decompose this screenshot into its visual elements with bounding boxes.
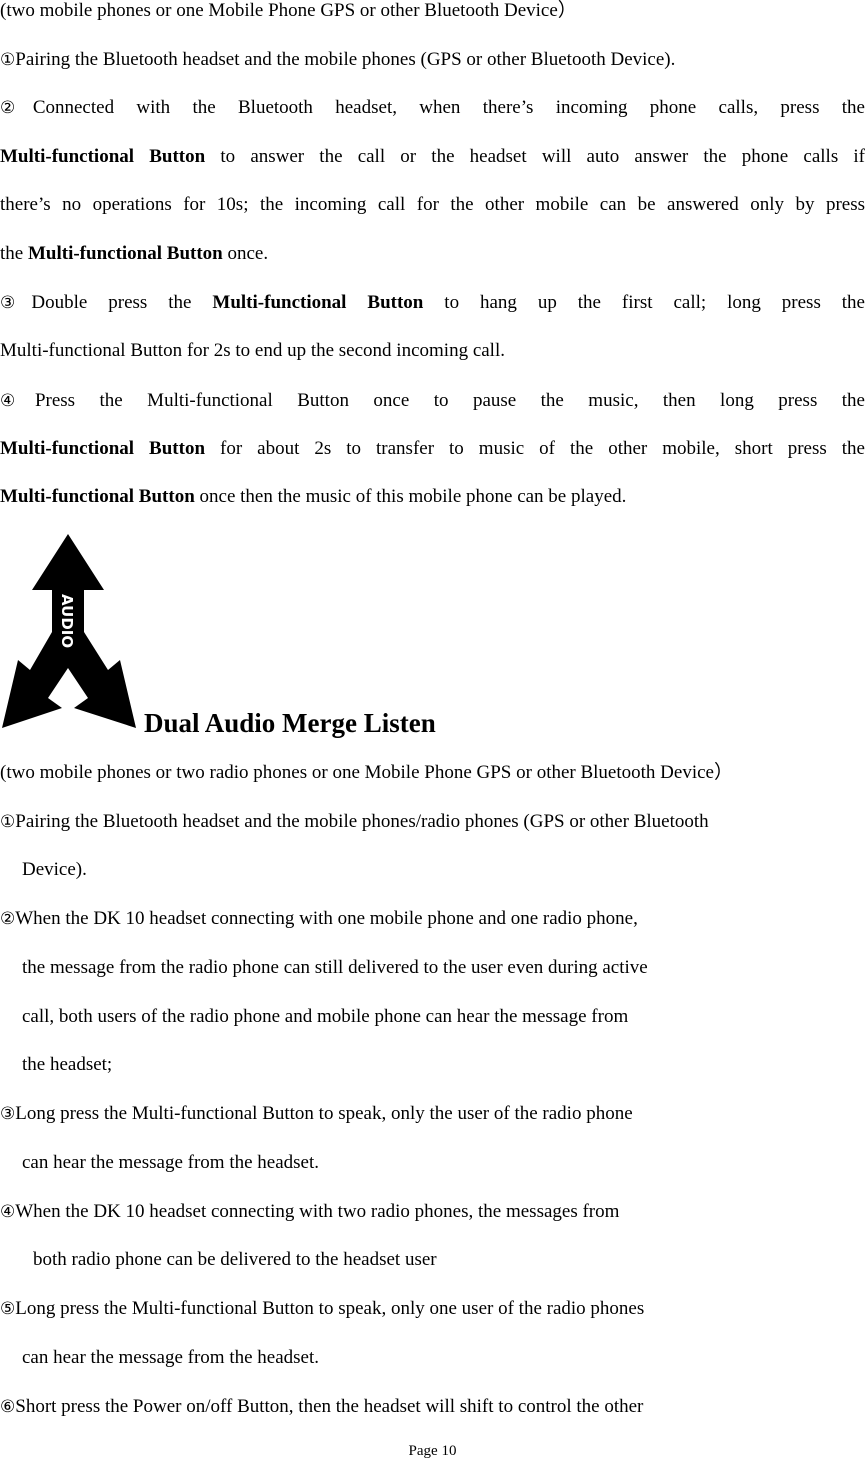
list-item-continuation: the message from the radio phone can sti… [22,957,648,978]
item-text: once. [222,243,269,264]
list-item: ⑥Short press the Power on/off Button, th… [0,1396,643,1418]
item-marker: ⑥ [0,1397,16,1417]
item-text: Long press the Multi-functional Button t… [15,1103,633,1124]
item-marker: ① [0,812,16,832]
section1-intro: (two mobile phones or one Mobile Phone G… [0,0,577,21]
list-item-continuation: both radio phone can be delivered to the… [33,1249,437,1270]
list-item-continuation: the Multi-functional Button once. [0,243,268,265]
list-item-continuation: call, both users of the radio phone and … [22,1006,629,1027]
item-text: When the DK 10 headset connecting with t… [15,1201,620,1222]
list-item: ⑤Long press the Multi-functional Button … [0,1298,644,1320]
section-heading: Dual Audio Merge Listen [144,708,436,738]
audio-merge-arrow-icon: AUDIO [2,534,136,728]
page-number: Page 10 [408,1443,457,1459]
item-text: to hang up the first call; long press th… [423,292,865,313]
item-text: to answer the call or the headset will a… [205,146,865,167]
item-marker: ② [0,98,33,118]
item-text: Press the Multi-functional Button once t… [34,390,865,411]
item-text: Long press the Multi-functional Button t… [15,1298,645,1319]
list-item: ①Pairing the Bluetooth headset and the m… [0,811,709,833]
list-item-continuation: Multi-functional Button to answer the ca… [0,146,865,168]
list-item: ③Long press the Multi-functional Button … [0,1103,633,1125]
list-item-continuation: can hear the message from the headset. [22,1347,320,1368]
item-marker: ③ [0,293,32,313]
item-text: Pairing the Bluetooth headset and the mo… [15,49,676,70]
item-text: once then the music of this mobile phone… [194,486,627,507]
item-marker: ① [0,50,16,70]
item-marker: ④ [0,391,35,411]
list-item: ③Double press the Multi-functional Butto… [0,292,865,314]
list-item-continuation: there’s no operations for 10s; the incom… [0,194,865,215]
list-item-continuation: the headset; [22,1054,113,1075]
bold-term: Multi-functional Button [0,438,206,459]
item-text: Connected with the Bluetooth headset, wh… [32,97,865,118]
list-item-continuation: can hear the message from the headset. [22,1152,320,1173]
item-marker: ② [0,909,16,929]
list-item-continuation: Multi-functional Button for about 2s to … [0,438,865,460]
item-text: When the DK 10 headset connecting with o… [15,908,638,929]
list-item-continuation: Multi-functional Button for 2s to end up… [0,340,505,361]
item-marker: ⑤ [0,1299,16,1319]
item-text: the [0,243,28,264]
list-item: ④When the DK 10 headset connecting with … [0,1201,619,1223]
bold-term: Multi-functional Button [0,146,206,167]
item-text: Pairing the Bluetooth headset and the mo… [15,811,709,832]
list-item: ②When the DK 10 headset connecting with … [0,908,638,930]
icon-label: AUDIO [58,594,76,648]
item-text: for about 2s to transfer to music of the… [205,438,865,459]
bold-term: Multi-functional Button [212,292,424,313]
list-item: ④Press the Multi-functional Button once … [0,390,865,412]
section2-intro: (two mobile phones or two radio phones o… [0,762,733,783]
bold-term: Multi-functional Button [0,486,195,507]
list-item: ②Connected with the Bluetooth headset, w… [0,97,865,119]
item-text: Double press the [31,292,213,313]
item-marker: ④ [0,1202,16,1222]
list-item-continuation: Device). [22,859,87,880]
item-marker: ③ [0,1104,16,1124]
list-item-continuation: Multi-functional Button once then the mu… [0,486,626,508]
bold-term: Multi-functional Button [27,243,223,264]
list-item: ①Pairing the Bluetooth headset and the m… [0,49,675,71]
item-text: Short press the Power on/off Button, the… [15,1396,644,1417]
